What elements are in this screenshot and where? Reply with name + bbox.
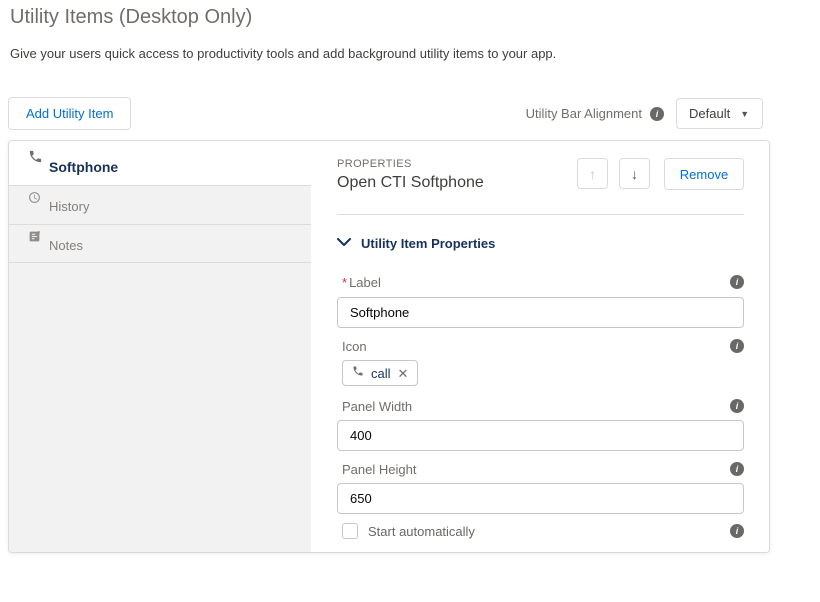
tab-history[interactable]: History [9, 186, 311, 225]
panel-height-input[interactable] [337, 483, 744, 514]
move-up-button[interactable]: ↑ [577, 158, 608, 189]
chip-phone-icon [352, 364, 364, 382]
required-asterisk: * [342, 275, 347, 290]
panel-width-input[interactable] [337, 420, 744, 451]
tab-notes-label: Notes [49, 238, 83, 253]
chip-label: call [371, 366, 391, 381]
start-automatically-label: Start automatically [368, 524, 475, 539]
utility-bar-alignment-group: Utility Bar Alignment i Default ▼ [526, 97, 763, 130]
icon-chip[interactable]: call ✕ [342, 360, 418, 386]
utility-item-properties-section-header[interactable]: Utility Item Properties [337, 234, 744, 252]
chip-remove-icon[interactable]: ✕ [398, 367, 409, 380]
panel-height-info-icon[interactable]: i [730, 462, 744, 476]
arrow-up-icon: ↑ [589, 166, 596, 182]
tab-history-label: History [49, 199, 89, 214]
properties-panel-header: PROPERTIES Open CTI Softphone ↑ ↓ Remove [337, 158, 744, 202]
properties-eyebrow: PROPERTIES [337, 158, 484, 170]
utility-bar-alignment-label: Utility Bar Alignment [526, 97, 642, 130]
alignment-dropdown-value: Default [689, 106, 730, 121]
panel-divider [337, 214, 744, 215]
tab-softphone[interactable]: Softphone [9, 141, 311, 186]
properties-panel: PROPERTIES Open CTI Softphone ↑ ↓ Remove… [311, 141, 769, 552]
page-description: Give your users quick access to producti… [10, 46, 556, 61]
label-field-label: *Label [337, 275, 381, 290]
panel-width-row: Panel Width i [337, 398, 744, 414]
note-icon [28, 230, 41, 243]
alignment-dropdown[interactable]: Default ▼ [676, 98, 763, 129]
start-automatically-checkbox[interactable] [342, 523, 358, 539]
utility-item-tab-list: Softphone History Notes [9, 141, 311, 552]
icon-field-label: Icon [337, 339, 367, 354]
icon-info-icon[interactable]: i [730, 339, 744, 353]
label-input[interactable] [337, 297, 744, 328]
icon-field-row: Icon i [337, 338, 744, 354]
add-utility-item-button[interactable]: Add Utility Item [8, 97, 131, 130]
section-title: Utility Item Properties [361, 236, 495, 251]
properties-title: Open CTI Softphone [337, 174, 484, 192]
chevron-down-icon: ▼ [740, 109, 749, 119]
properties-heading-block: PROPERTIES Open CTI Softphone [337, 158, 484, 192]
arrow-down-icon: ↓ [631, 166, 638, 182]
page-title: Utility Items (Desktop Only) [10, 6, 252, 29]
tab-softphone-label: Softphone [49, 159, 118, 175]
start-automatically-control: Start automatically [337, 523, 475, 539]
info-icon[interactable]: i [650, 107, 664, 121]
start-automatically-info-icon[interactable]: i [730, 524, 744, 538]
panel-width-info-icon[interactable]: i [730, 399, 744, 413]
utility-items-card: Softphone History Notes PROPERTIES Open … [8, 140, 770, 553]
panel-width-label: Panel Width [337, 399, 412, 414]
label-field-row: *Label i [337, 274, 744, 290]
clock-icon [28, 191, 41, 204]
properties-header-actions: ↑ ↓ Remove [577, 158, 744, 190]
move-down-button[interactable]: ↓ [619, 158, 650, 189]
label-info-icon[interactable]: i [730, 275, 744, 289]
tab-notes[interactable]: Notes [9, 225, 311, 263]
remove-button[interactable]: Remove [664, 158, 744, 190]
phone-icon [28, 149, 43, 164]
panel-height-row: Panel Height i [337, 461, 744, 477]
panel-height-label: Panel Height [337, 462, 416, 477]
chevron-down-icon [337, 234, 351, 252]
start-automatically-row: Start automatically i [337, 522, 744, 540]
